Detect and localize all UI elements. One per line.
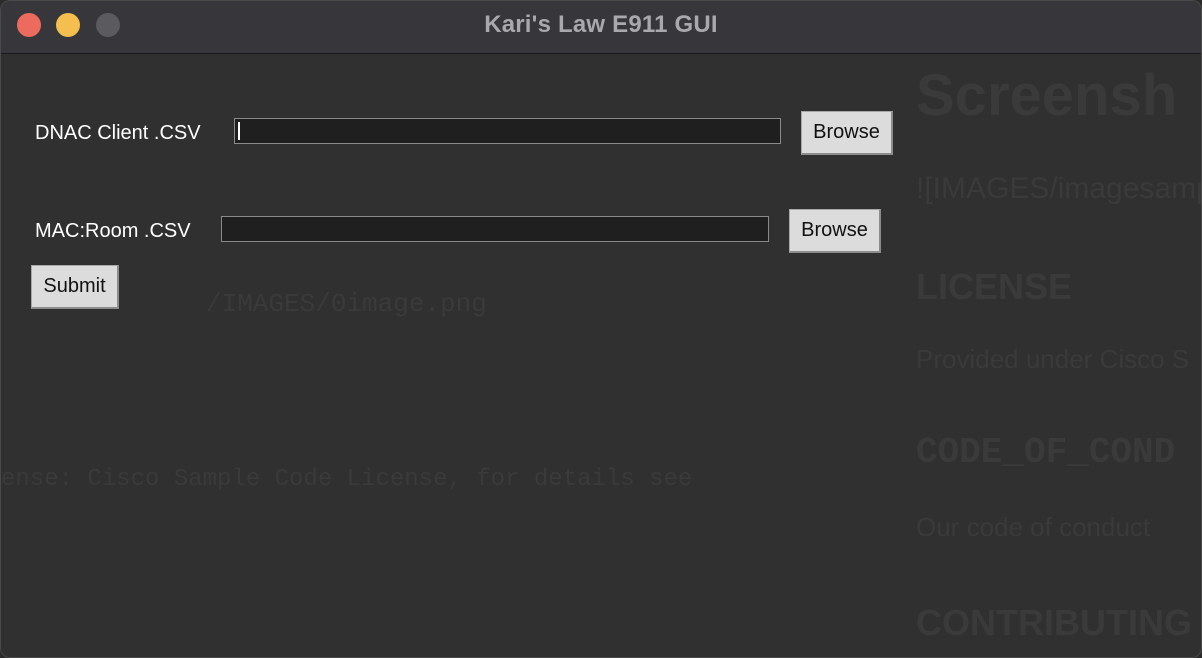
background-text: CONTRIBUTING bbox=[916, 602, 1192, 643]
mac-room-label: MAC:Room .CSV bbox=[35, 220, 191, 242]
background-text: ense: Cisco Sample Code License, for det… bbox=[1, 466, 693, 493]
dnac-client-label: DNAC Client .CSV bbox=[35, 122, 201, 144]
window-title: Kari's Law E911 GUI bbox=[484, 11, 718, 38]
background-text: Provided under Cisco S bbox=[916, 344, 1190, 374]
background-text: Screensh bbox=[916, 63, 1178, 128]
background-text: ![IMAGES/imagesample bbox=[916, 172, 1201, 205]
submit-button[interactable]: Submit bbox=[31, 265, 119, 309]
app-window: Kari's Law E911 GUI Screensh ![IMAGES/im… bbox=[0, 0, 1202, 658]
mac-room-path-field[interactable] bbox=[221, 216, 769, 242]
mac-browse-button[interactable]: Browse bbox=[789, 209, 881, 253]
dnac-client-path-field[interactable] bbox=[234, 118, 781, 144]
background-text: /IMAGES/0image.png bbox=[206, 289, 487, 319]
title-bar: Kari's Law E911 GUI bbox=[1, 1, 1201, 54]
text-caret bbox=[238, 122, 240, 140]
background-text: CODE_OF_COND bbox=[916, 432, 1176, 473]
background-text: LICENSE bbox=[916, 266, 1073, 307]
background-text: Our code of conduct bbox=[916, 512, 1151, 542]
dnac-browse-button[interactable]: Browse bbox=[801, 111, 893, 155]
window-content: Screensh ![IMAGES/imagesample LICENSE Pr… bbox=[1, 54, 1201, 657]
